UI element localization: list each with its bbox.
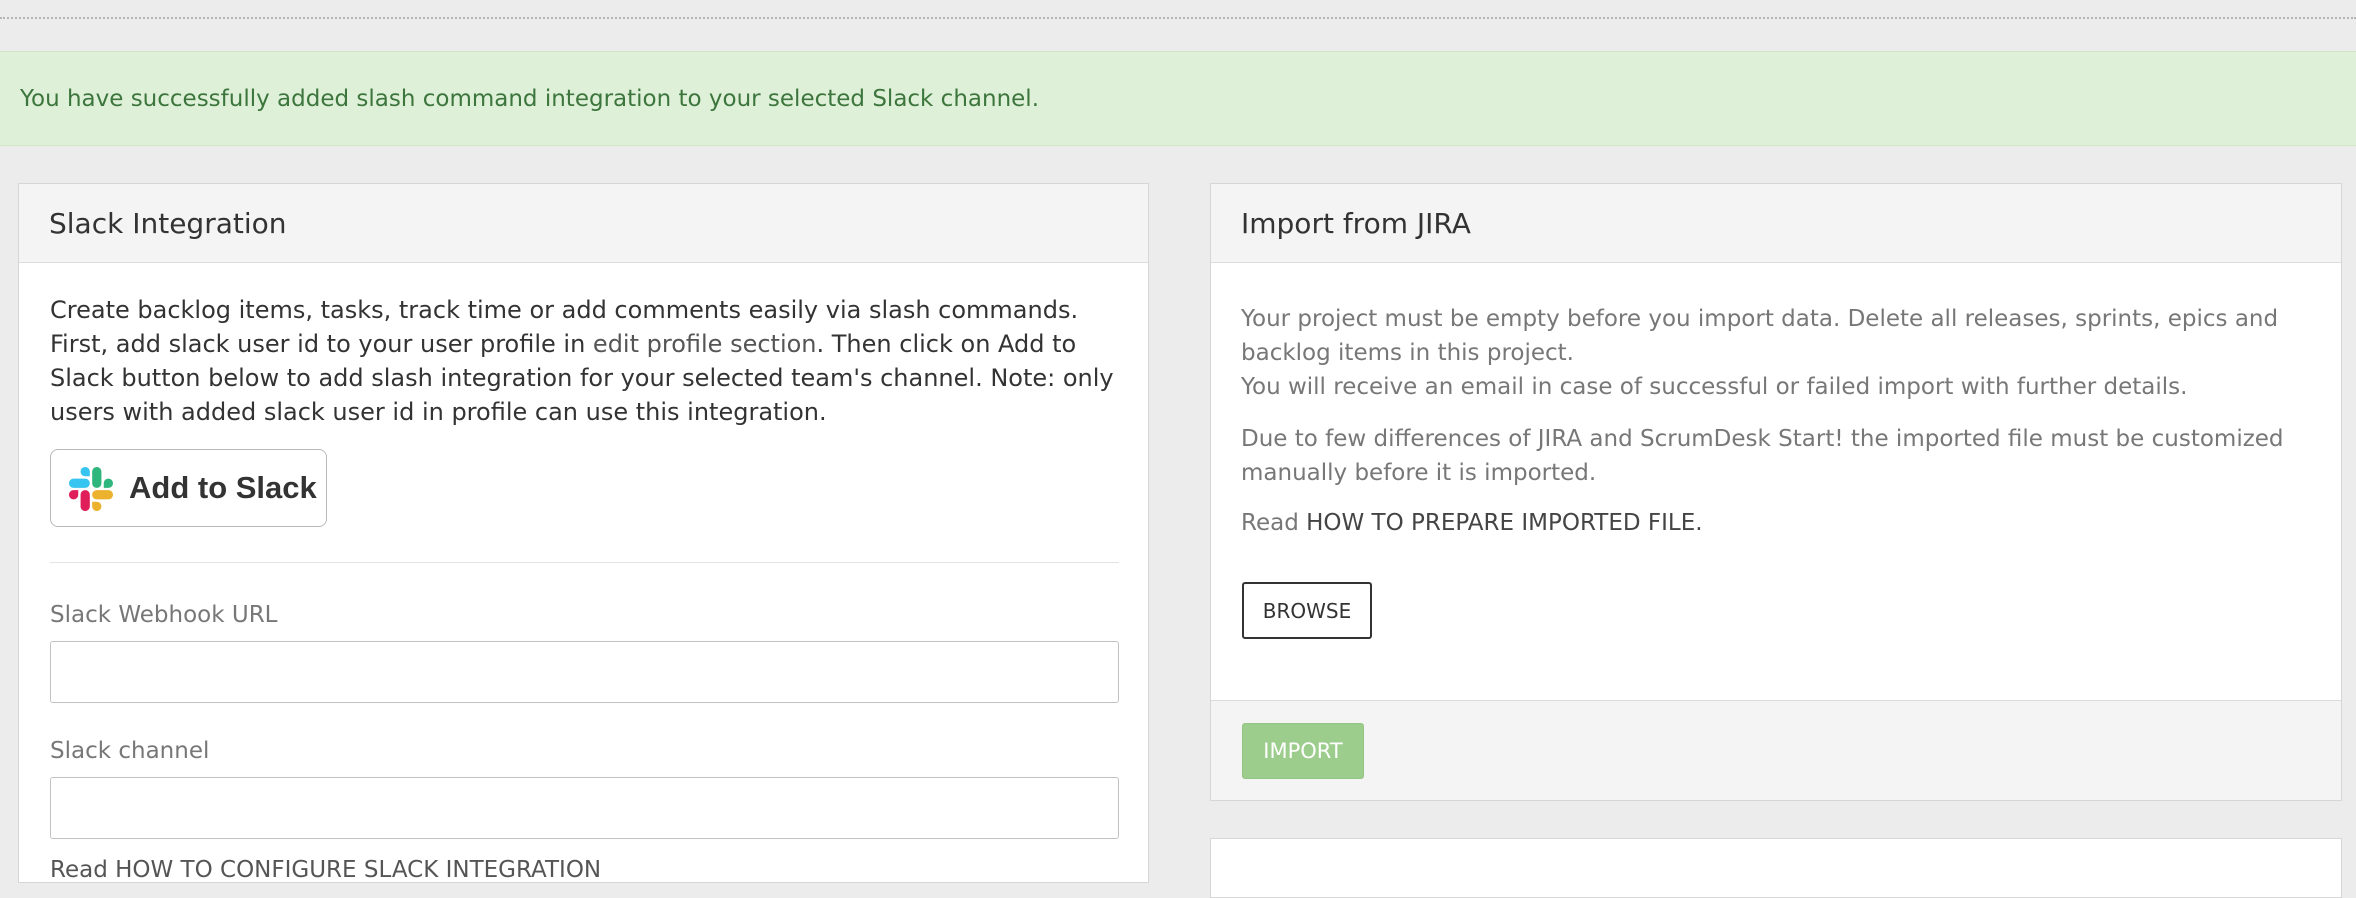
jira-panel-heading: Import from JIRA — [1211, 184, 2341, 263]
success-alert: You have successfully added slash comman… — [0, 51, 2356, 146]
slack-channel-input[interactable] — [50, 777, 1119, 839]
jira-email-note: You will receive an email in case of suc… — [1241, 374, 2188, 400]
jira-customize-note: Due to few differences of JIRA and Scrum… — [1241, 426, 2284, 486]
add-to-slack-label: Add to Slack — [129, 470, 317, 505]
slack-panel-heading: Slack Integration — [19, 184, 1148, 263]
prepare-file-link[interactable]: HOW TO PREPARE IMPORTED FILE. — [1306, 510, 1702, 536]
add-to-slack-button[interactable]: Add to Slack — [50, 449, 327, 527]
slack-channel-label: Slack channel — [50, 738, 210, 764]
jira-instructions: Your project must be empty before you im… — [1241, 302, 2311, 540]
slack-integration-panel: Slack Integration Create backlog items, … — [18, 183, 1149, 883]
webhook-url-label: Slack Webhook URL — [50, 602, 278, 628]
success-alert-message: You have successfully added slash comman… — [20, 86, 1040, 112]
slack-panel-title: Slack Integration — [49, 207, 287, 240]
edit-profile-link[interactable]: edit profile section — [593, 330, 817, 358]
jira-read-line: Read HOW TO PREPARE IMPORTED FILE. — [1241, 506, 2311, 540]
jira-panel-footer: IMPORT — [1211, 700, 2341, 800]
slack-description: Create backlog items, tasks, track time … — [50, 293, 1120, 429]
jira-panel-title: Import from JIRA — [1241, 207, 1471, 240]
import-button[interactable]: IMPORT — [1242, 723, 1364, 779]
jira-empty-project-note: Your project must be empty before you im… — [1241, 306, 2279, 366]
top-divider — [0, 17, 2356, 19]
jira-import-panel: Import from JIRA Your project must be em… — [1210, 183, 2342, 801]
jira-read-prefix: Read — [1241, 510, 1307, 536]
next-panel — [1210, 838, 2342, 898]
slack-configure-help-link[interactable]: Read HOW TO CONFIGURE SLACK INTEGRATION — [50, 857, 601, 882]
slack-logo-icon — [69, 467, 113, 511]
browse-button[interactable]: BROWSE — [1242, 582, 1372, 639]
webhook-url-input[interactable] — [50, 641, 1119, 703]
slack-section-divider — [50, 562, 1119, 563]
